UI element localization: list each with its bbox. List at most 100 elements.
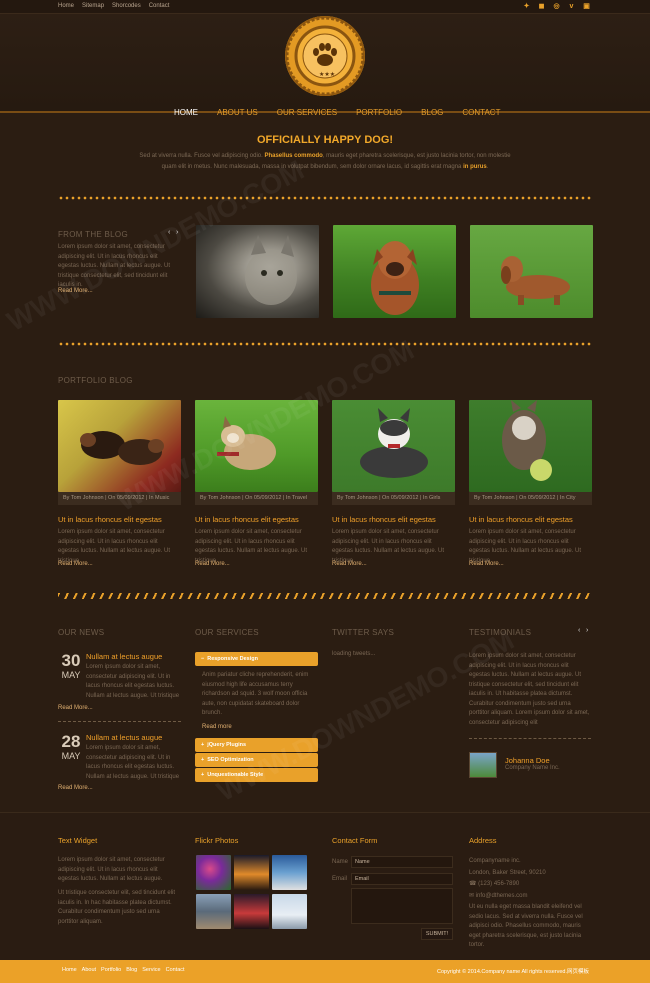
twitter-title: TWITTER SAYS xyxy=(332,628,395,637)
email-field[interactable]: Email xyxy=(351,873,453,885)
portfolio-caption: By Tom Johnson | On 05/09/2012 | In Trav… xyxy=(195,492,318,505)
address-email[interactable]: info@dthemes.com xyxy=(476,893,528,899)
bottom-link-portfolio[interactable]: Portfolio xyxy=(101,967,121,973)
minus-icon: − xyxy=(201,656,205,662)
flickr-thumb-bridge[interactable] xyxy=(272,894,307,929)
hero-text-end: . xyxy=(486,164,489,170)
portfolio-item-title[interactable]: Ut in lacus rhoncus elit egestas xyxy=(332,515,436,524)
vimeo-icon[interactable]: v xyxy=(567,3,576,11)
dog-ball-icon xyxy=(502,400,552,481)
services-title: OUR SERVICES xyxy=(195,628,259,637)
accordion-label: Responsive Design xyxy=(207,656,258,662)
address-about: Ut eu nulla eget massa blandit eleifend … xyxy=(469,904,583,948)
services-read-more[interactable]: Read more xyxy=(202,724,232,730)
portfolio-image-husky[interactable] xyxy=(332,400,455,492)
nav-blog[interactable]: BLOG xyxy=(421,108,443,117)
top-links: Home Sitemap Shorcodes Contact xyxy=(58,3,169,9)
bottom-links: Home About Portfolio Blog Service Contac… xyxy=(62,967,185,973)
address-title: Address xyxy=(469,836,497,845)
avatar xyxy=(469,752,497,778)
prev-arrow-icon[interactable]: ‹ xyxy=(578,627,580,634)
accordion-content: Anim pariatur cliche reprehenderit, enim… xyxy=(202,672,309,716)
main-nav: HOME ABOUT US OUR SERVICES PORTFOLIO BLO… xyxy=(174,108,519,117)
nav-services[interactable]: OUR SERVICES xyxy=(277,108,337,117)
accordion-responsive-design[interactable]: − Responsive Design xyxy=(195,652,318,666)
address-phone-row: ☎ (123) 456-7890 xyxy=(469,880,519,890)
dachshund-photo[interactable] xyxy=(470,225,593,318)
news-item-title[interactable]: Nullam at lectus augue xyxy=(86,733,162,742)
address-company: Companyname inc. xyxy=(469,858,521,864)
portfolio-caption: By Tom Johnson | On 05/09/2012 | In City xyxy=(469,492,592,505)
copyright: Copyright © 2014.Company name All rights… xyxy=(437,969,590,975)
flickr-thumb-flowers[interactable] xyxy=(196,855,231,890)
nav-contact[interactable]: CONTACT xyxy=(462,108,500,117)
name-field[interactable]: Name xyxy=(351,856,453,868)
address-street: London, Baker Street, 90210 xyxy=(469,870,546,876)
news-read-more[interactable]: Read More... xyxy=(58,785,93,791)
stumbleupon-icon[interactable]: ◼ xyxy=(537,3,546,11)
logo[interactable]: ★★★ xyxy=(285,16,365,96)
next-arrow-icon[interactable]: › xyxy=(586,627,588,634)
portfolio-read-more[interactable]: Read More... xyxy=(332,561,367,567)
news-item-title[interactable]: Nullam at lectus augue xyxy=(86,652,162,661)
message-field[interactable] xyxy=(351,888,453,924)
bottom-link-blog[interactable]: Blog xyxy=(126,967,137,973)
nav-portfolio[interactable]: PORTFOLIO xyxy=(356,108,402,117)
address-email-row: ✉ info@dthemes.com xyxy=(469,892,527,902)
testimonial-company: Company Name Inc. xyxy=(505,765,560,771)
top-link-sitemap[interactable]: Sitemap xyxy=(82,3,104,9)
text-widget-p2: Ut tristique consectetur elit, sed tinci… xyxy=(58,890,176,925)
news-day: 30 xyxy=(61,651,81,670)
plus-icon: + xyxy=(201,772,205,778)
text-widget-title: Text Widget xyxy=(58,836,98,845)
hero-text: Sed at viverra nulla. Fusce vel adipisci… xyxy=(132,151,518,173)
bottom-link-contact[interactable]: Contact xyxy=(166,967,185,973)
dribbble-icon[interactable]: ◎ xyxy=(552,3,561,11)
top-bar: Home Sitemap Shorcodes Contact ✦ ◼ ◎ v ▣ xyxy=(0,0,650,14)
nav-home[interactable]: HOME xyxy=(174,108,198,117)
plus-icon: + xyxy=(201,757,205,763)
nav-about[interactable]: ABOUT US xyxy=(217,108,258,117)
flickr-thumb-city[interactable] xyxy=(234,894,269,929)
portfolio-caption: By Tom Johnson | On 05/09/2012 | In Girl… xyxy=(332,492,455,505)
bottom-link-about[interactable]: About xyxy=(82,967,96,973)
social-icons: ✦ ◼ ◎ v ▣ xyxy=(522,3,591,11)
news-title: OUR NEWS xyxy=(58,628,105,637)
news-date: 30 MAY xyxy=(58,651,84,681)
news-read-more[interactable]: Read More... xyxy=(58,705,93,711)
accordion-label: jQuery Plugins xyxy=(207,742,247,748)
news-date: 28 MAY xyxy=(58,733,84,762)
email-label: Email xyxy=(332,876,348,882)
bottom-link-home[interactable]: Home xyxy=(62,967,77,973)
delicious-icon[interactable]: ✦ xyxy=(522,3,531,11)
news-month: MAY xyxy=(61,670,81,680)
portfolio-item-title[interactable]: Ut in lacus rhoncus elit egestas xyxy=(58,515,162,524)
cat-photo[interactable] xyxy=(196,225,319,318)
portfolio-image-dog-ball[interactable] xyxy=(469,400,592,492)
hero-text-lead: Sed at viverra nulla. Fusce vel adipisci… xyxy=(139,153,265,159)
boxer-dog-photo[interactable] xyxy=(333,225,456,318)
flickr-title: Flickr Photos xyxy=(195,836,239,845)
portfolio-read-more[interactable]: Read More... xyxy=(58,561,93,567)
portfolio-item-title[interactable]: Ut in lacus rhoncus elit egestas xyxy=(195,515,299,524)
portfolio-read-more[interactable]: Read More... xyxy=(195,561,230,567)
flickr-icon[interactable]: ▣ xyxy=(582,3,591,11)
portfolio-read-more[interactable]: Read More... xyxy=(469,561,504,567)
bottom-link-service[interactable]: Service xyxy=(142,967,160,973)
flickr-thumb-coast[interactable] xyxy=(272,855,307,890)
dachshund-icon xyxy=(501,256,570,305)
flickr-thumb-beach[interactable] xyxy=(196,894,231,929)
flickr-thumb-sunset[interactable] xyxy=(234,855,269,890)
from-blog-title: FROM THE BLOG xyxy=(58,230,128,239)
news-month: MAY xyxy=(61,751,81,761)
top-link-home[interactable]: Home xyxy=(58,3,74,9)
top-link-contact[interactable]: Contact xyxy=(149,3,170,9)
hero-text-bold-2: in purus xyxy=(463,164,487,170)
news-item-text: Lorem ipsum dolor sit amet, consectetur … xyxy=(86,745,180,780)
submit-button[interactable]: SUBMIT! xyxy=(421,928,453,940)
plus-icon: + xyxy=(201,742,205,748)
name-label: Name xyxy=(332,859,349,865)
top-link-shortcodes[interactable]: Shorcodes xyxy=(112,3,141,9)
portfolio-item-title[interactable]: Ut in lacus rhoncus elit egestas xyxy=(469,515,573,524)
news-item-text: Lorem ipsum dolor sit amet, consectetur … xyxy=(86,664,180,699)
